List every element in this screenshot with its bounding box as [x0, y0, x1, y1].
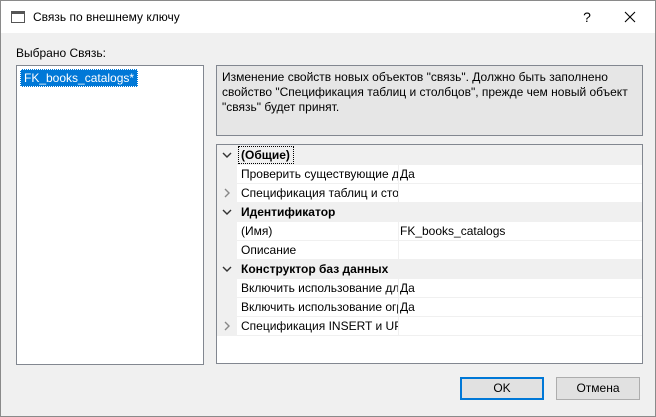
column-separator[interactable] [398, 278, 399, 297]
property-row[interactable]: Включить использование для репликацииДа [217, 278, 642, 298]
property-row[interactable]: Спецификация INSERT и UPDATE [217, 316, 642, 336]
property-value[interactable]: FK_books_catalogs [400, 224, 640, 238]
property-name: (Имя) [241, 224, 273, 238]
chevron-down-icon[interactable] [222, 150, 232, 160]
window-icon [11, 11, 25, 23]
relationship-list[interactable]: FK_books_catalogs* [16, 65, 204, 365]
property-value[interactable]: Да [400, 167, 640, 181]
chevron-down-icon[interactable] [222, 207, 232, 217]
description-text: Изменение свойств новых объектов "связь"… [222, 70, 628, 114]
row-gutter[interactable] [217, 316, 237, 335]
property-grid[interactable]: (Общие) Проверить существующие данные при… [216, 144, 643, 364]
row-gutter [217, 240, 237, 259]
close-button[interactable] [607, 3, 653, 31]
window-title: Связь по внешнему ключу [33, 10, 180, 24]
property-row[interactable]: (Имя) FK_books_catalogs [217, 221, 642, 241]
property-name: Спецификация таблиц и столбцов [241, 186, 398, 200]
category-label: Конструктор баз данных [241, 262, 389, 276]
row-gutter[interactable] [217, 183, 237, 202]
column-separator[interactable] [398, 183, 399, 202]
property-name: Включить использование для репликации [241, 281, 398, 295]
chevron-right-icon[interactable] [222, 188, 232, 198]
property-name: Спецификация INSERT и UPDATE [241, 319, 398, 333]
help-button[interactable]: ? [567, 3, 607, 31]
column-separator[interactable] [398, 240, 399, 259]
property-category[interactable]: (Общие) [217, 145, 642, 165]
property-row[interactable]: Проверить существующие данные при создан… [217, 164, 642, 184]
property-value[interactable]: Да [400, 281, 640, 295]
focus-rectangle [238, 146, 294, 164]
column-separator[interactable] [398, 221, 399, 240]
cancel-button[interactable]: Отмена [556, 377, 640, 400]
property-category[interactable]: Конструктор баз данных [217, 259, 642, 279]
category-label: Идентификатор [241, 205, 336, 219]
row-gutter[interactable] [217, 259, 237, 278]
selected-label: Выбрано Связь: [16, 46, 106, 60]
property-name: Включить использование ограничения внешн… [241, 300, 398, 314]
property-name: Описание [241, 243, 297, 257]
row-gutter [217, 164, 237, 183]
property-row[interactable]: Описание [217, 240, 642, 260]
dialog-window: Связь по внешнему ключу ? Выбрано Связь:… [0, 0, 656, 417]
property-category[interactable]: Идентификатор [217, 202, 642, 222]
list-item[interactable]: FK_books_catalogs* [20, 69, 139, 87]
row-gutter[interactable] [217, 145, 237, 164]
ok-button[interactable]: OK [460, 377, 544, 400]
column-separator[interactable] [398, 297, 399, 316]
chevron-right-icon[interactable] [222, 321, 232, 331]
description-box: Изменение свойств новых объектов "связь"… [216, 65, 643, 136]
title-bar[interactable]: Связь по внешнему ключу ? [1, 1, 655, 33]
row-gutter[interactable] [217, 202, 237, 221]
chevron-down-icon[interactable] [222, 264, 232, 274]
row-gutter [217, 297, 237, 316]
property-name: Проверить существующие данные при создан… [241, 167, 398, 181]
property-row[interactable]: Спецификация таблиц и столбцов [217, 183, 642, 203]
column-separator[interactable] [398, 164, 399, 183]
row-gutter [217, 221, 237, 240]
row-gutter [217, 278, 237, 297]
close-icon [624, 11, 636, 23]
column-separator[interactable] [398, 316, 399, 335]
property-value[interactable]: Да [400, 300, 640, 314]
property-row[interactable]: Включить использование ограничения внешн… [217, 297, 642, 317]
